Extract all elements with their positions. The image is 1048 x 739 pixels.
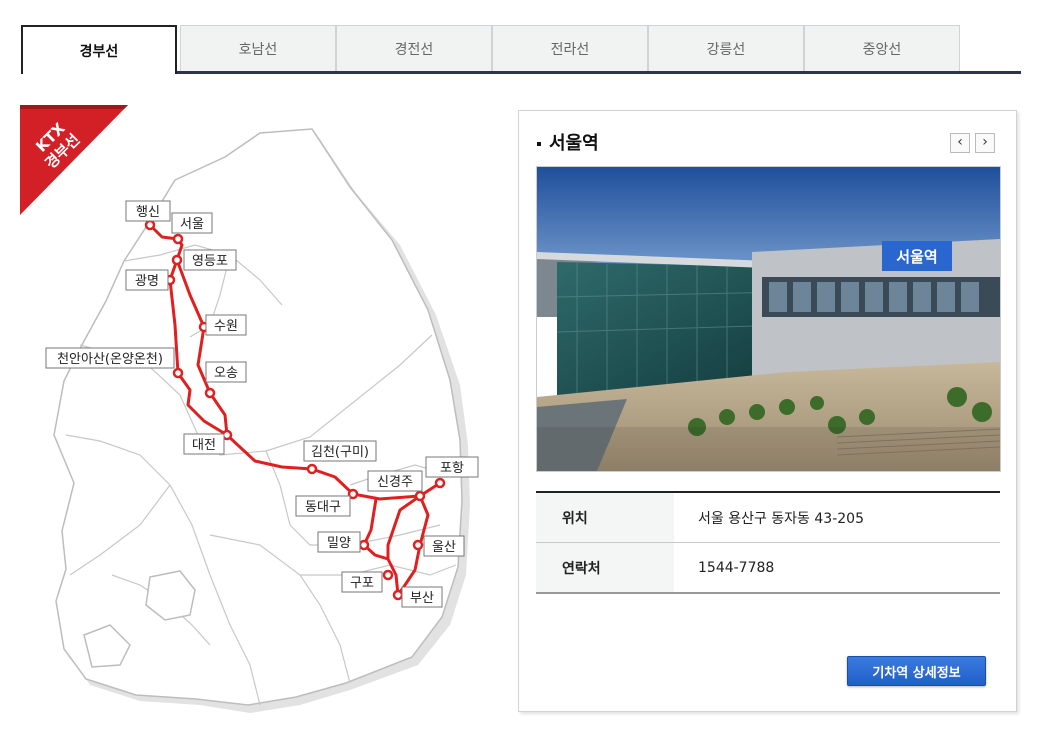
svg-text:행신: 행신	[136, 204, 160, 220]
station-label-daejeon[interactable]: 대전	[183, 433, 225, 455]
station-title: 서울역	[537, 129, 599, 155]
tab-jeolla[interactable]: 전라선	[492, 25, 648, 71]
station-label-haengsin[interactable]: 행신	[125, 200, 171, 222]
route-map: KTX 경부선 행신 서울 영등포 광명 수원 천안아산(온양온천) 오송 대전…	[20, 105, 500, 720]
tab-gyeongbu[interactable]: 경부선	[21, 25, 177, 74]
svg-text:천안아산(온양온천): 천안아산(온양온천)	[57, 352, 163, 367]
station-label-gimcheon[interactable]: 김천(구미)	[303, 440, 377, 462]
station-label-miryang[interactable]: 밀양	[317, 531, 361, 553]
station-label-ulsan[interactable]: 울산	[423, 535, 465, 557]
station-dot-ulsan[interactable]	[412, 539, 424, 551]
station-label-gwangmyeong[interactable]: 광명	[125, 269, 169, 291]
svg-text:포항: 포항	[440, 461, 464, 476]
ktx-ribbon: KTX 경부선	[20, 105, 128, 215]
map-land	[53, 128, 463, 706]
station-dot-gimcheon[interactable]	[306, 463, 318, 475]
svg-text:영등포: 영등포	[192, 254, 228, 269]
station-label-seoul[interactable]: 서울	[171, 212, 213, 234]
station-detail-button[interactable]: 기차역 상세정보	[847, 656, 986, 686]
svg-text:밀양: 밀양	[327, 536, 351, 551]
station-sign: 서울역	[896, 248, 937, 266]
station-label-gupo[interactable]: 구포	[341, 571, 383, 593]
contact-label: 연락처	[536, 542, 674, 593]
next-station-button[interactable]: ›	[975, 133, 995, 153]
svg-text:오송: 오송	[214, 366, 238, 381]
station-label-suwon[interactable]: 수원	[205, 314, 247, 336]
station-label-singyeongju[interactable]: 신경주	[367, 470, 423, 492]
station-label-osong[interactable]: 오송	[205, 361, 247, 383]
svg-text:동대구: 동대구	[305, 500, 341, 515]
station-label-pohang[interactable]: 포항	[425, 456, 479, 478]
svg-text:수원: 수원	[214, 319, 238, 334]
svg-text:광명: 광명	[135, 274, 159, 289]
svg-text:대전: 대전	[192, 438, 216, 453]
station-title-text: 서울역	[549, 133, 599, 154]
korea-map-svg: KTX 경부선 행신 서울 영등포 광명 수원 천안아산(온양온천) 오송 대전…	[20, 105, 479, 713]
station-dot-yeongdeungpo[interactable]	[171, 254, 183, 266]
station-dot-singyeongju[interactable]	[414, 490, 426, 502]
station-dot-haengsin[interactable]	[144, 219, 156, 231]
station-dot-gupo[interactable]	[382, 569, 394, 581]
station-info-panel: 서울역 ‹ › 서울역 위치 서울 용산구 동자동 43-205 연락처 154…	[518, 110, 1017, 712]
station-label-yeongdeungpo[interactable]: 영등포	[183, 249, 237, 271]
svg-text:신경주: 신경주	[377, 475, 413, 490]
station-label-busan[interactable]: 부산	[401, 586, 443, 608]
station-dot-busan[interactable]	[392, 589, 404, 601]
tab-honam[interactable]: 호남선	[180, 25, 336, 71]
svg-text:부산: 부산	[410, 591, 434, 606]
station-dot-pohang[interactable]	[434, 477, 446, 489]
location-value: 서울 용산구 동자동 43-205	[674, 492, 1000, 543]
station-dot-osong[interactable]	[204, 387, 216, 399]
bullet-icon	[537, 142, 541, 146]
station-dot-miryang[interactable]	[358, 539, 370, 551]
svg-text:김천(구미): 김천(구미)	[311, 445, 369, 460]
station-photo: 서울역	[536, 166, 1001, 472]
location-label: 위치	[536, 492, 674, 543]
station-dot-cheonan[interactable]	[172, 367, 184, 379]
contact-value: 1544-7788	[698, 559, 775, 576]
svg-text:구포: 구포	[350, 576, 374, 591]
line-tabs: 경부선 호남선 경전선 전라선 강릉선 중앙선	[21, 25, 1021, 74]
station-dot-seoul[interactable]	[172, 233, 184, 245]
prev-station-button[interactable]: ‹	[950, 133, 970, 153]
station-photo-svg: 서울역	[537, 167, 1000, 471]
table-row: 연락처 1544-7788	[536, 542, 1000, 593]
tab-gangneung[interactable]: 강릉선	[648, 25, 804, 71]
table-row: 위치 서울 용산구 동자동 43-205	[536, 492, 1000, 543]
tab-gyeongjeon[interactable]: 경전선	[336, 25, 492, 71]
svg-text:울산: 울산	[432, 540, 456, 555]
station-label-dongdaegu[interactable]: 동대구	[295, 495, 351, 517]
station-label-cheonan[interactable]: 천안아산(온양온천)	[45, 347, 175, 369]
tab-jungang[interactable]: 중앙선	[804, 25, 960, 71]
station-info-table: 위치 서울 용산구 동자동 43-205 연락처 1544-7788	[536, 491, 1000, 594]
svg-text:서울: 서울	[180, 217, 204, 232]
